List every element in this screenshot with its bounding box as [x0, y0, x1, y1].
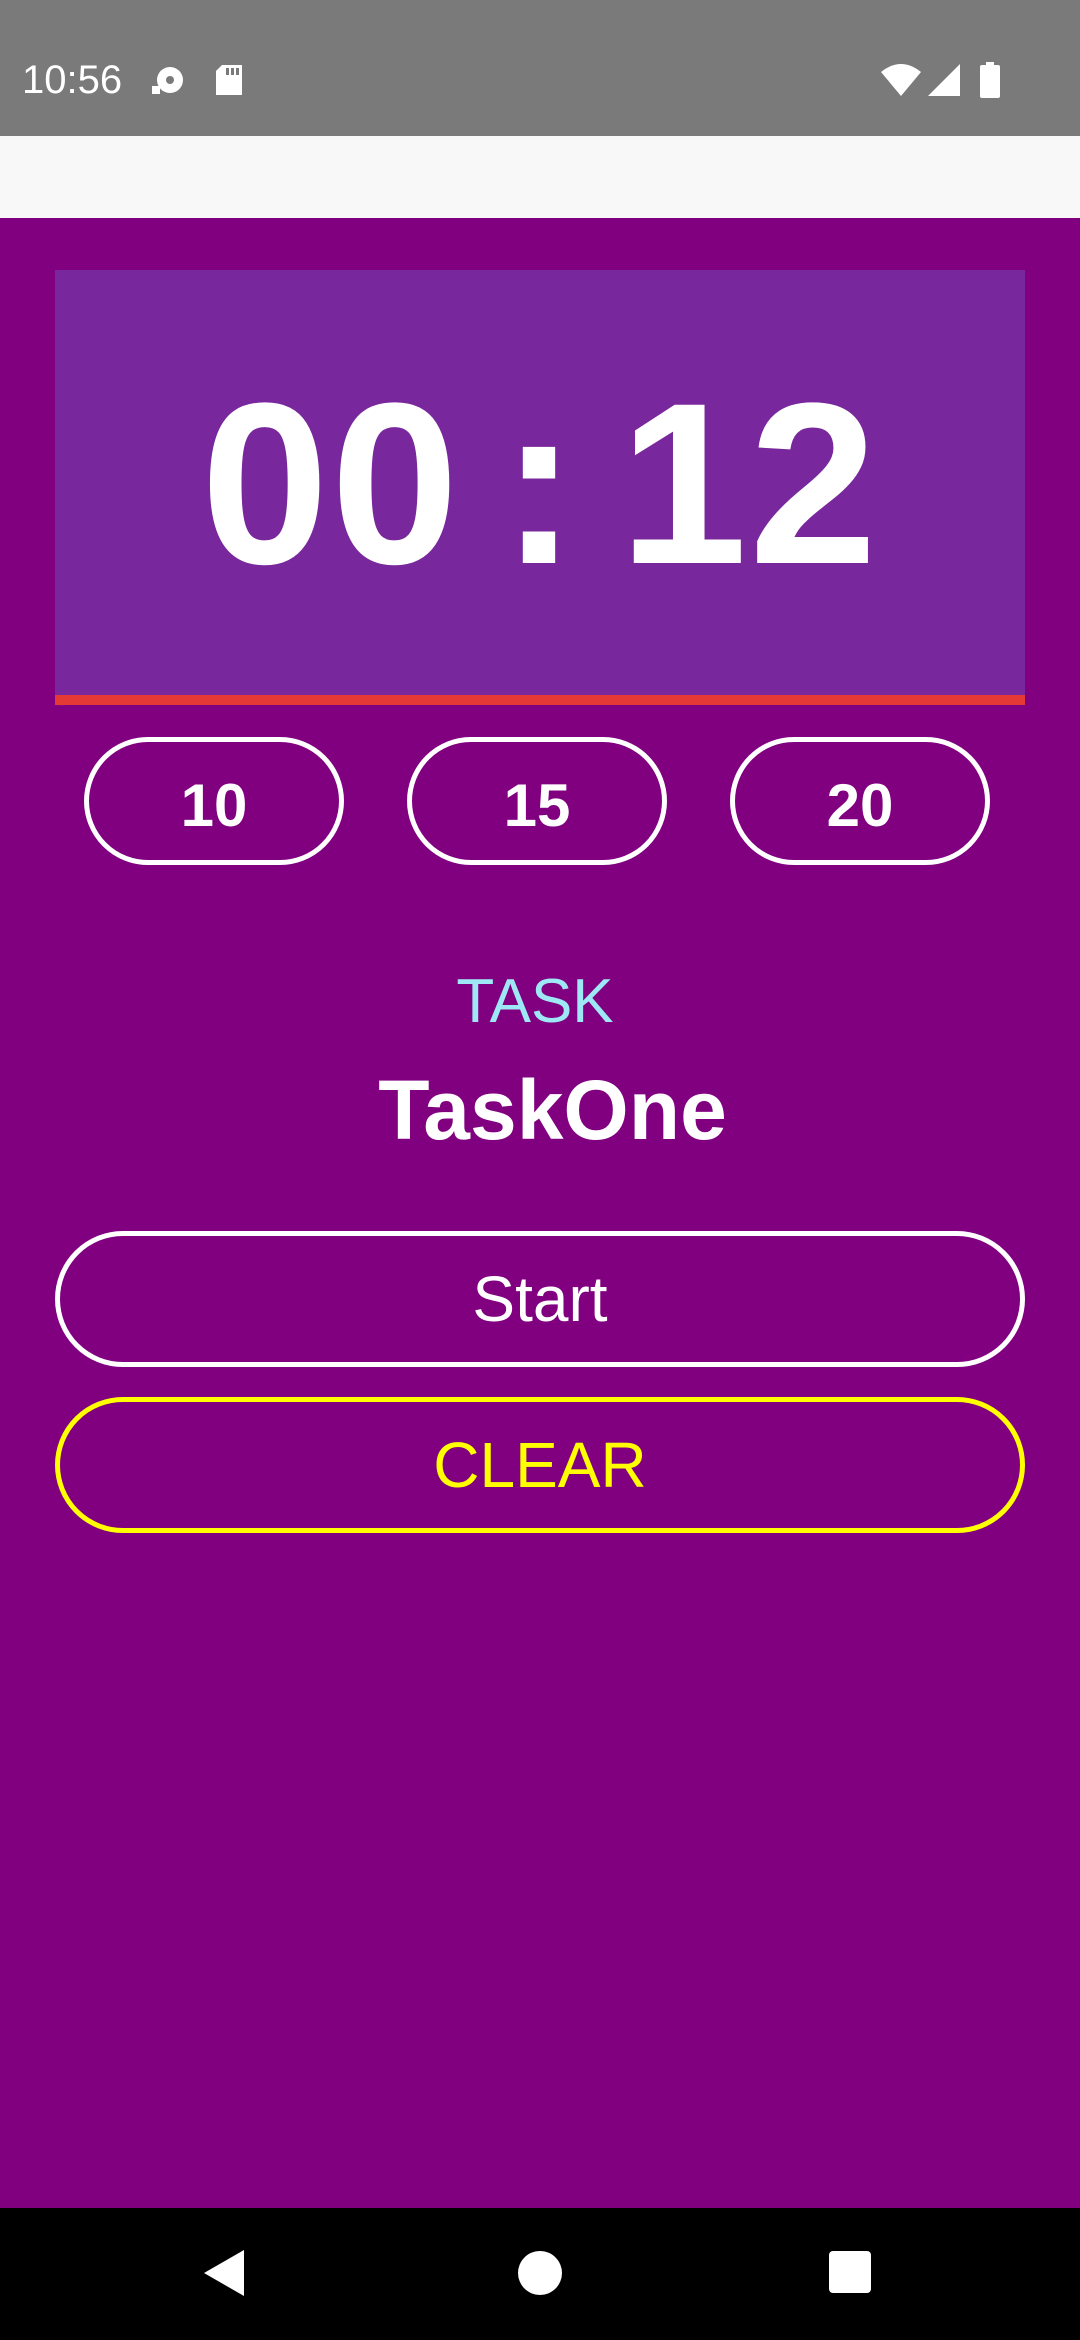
- task-name: TaskOne: [378, 1063, 727, 1157]
- wifi-icon: [880, 62, 922, 98]
- battery-icon: [978, 62, 1002, 98]
- app-bar: [0, 136, 1080, 218]
- status-time: 10:56: [22, 58, 123, 102]
- start-button[interactable]: Start: [55, 1231, 1025, 1367]
- timer-minutes: 00: [200, 355, 461, 612]
- preset-10-button[interactable]: 10: [84, 737, 344, 865]
- media-icon: [150, 62, 186, 98]
- clear-button-label: CLEAR: [433, 1429, 647, 1501]
- back-icon[interactable]: [204, 2250, 244, 2296]
- recents-icon[interactable]: [829, 2251, 871, 2293]
- preset-20-button[interactable]: 20: [730, 737, 990, 865]
- timer-seconds: 12: [619, 355, 880, 612]
- preset-15-button[interactable]: 15: [407, 737, 667, 865]
- clear-button[interactable]: CLEAR: [55, 1397, 1025, 1533]
- start-button-label: Start: [472, 1263, 608, 1335]
- home-icon[interactable]: [518, 2251, 562, 2295]
- preset-label: 15: [503, 780, 571, 832]
- task-label: TASK: [456, 967, 614, 1036]
- status-bar: 10:56: [0, 0, 1080, 136]
- signal-icon: [926, 62, 962, 98]
- timer-separator: :: [500, 355, 580, 612]
- sd-card-icon: [212, 62, 248, 98]
- preset-label: 10: [180, 780, 248, 832]
- timer-display: 00 : 12: [55, 270, 1025, 697]
- preset-label: 20: [826, 780, 894, 832]
